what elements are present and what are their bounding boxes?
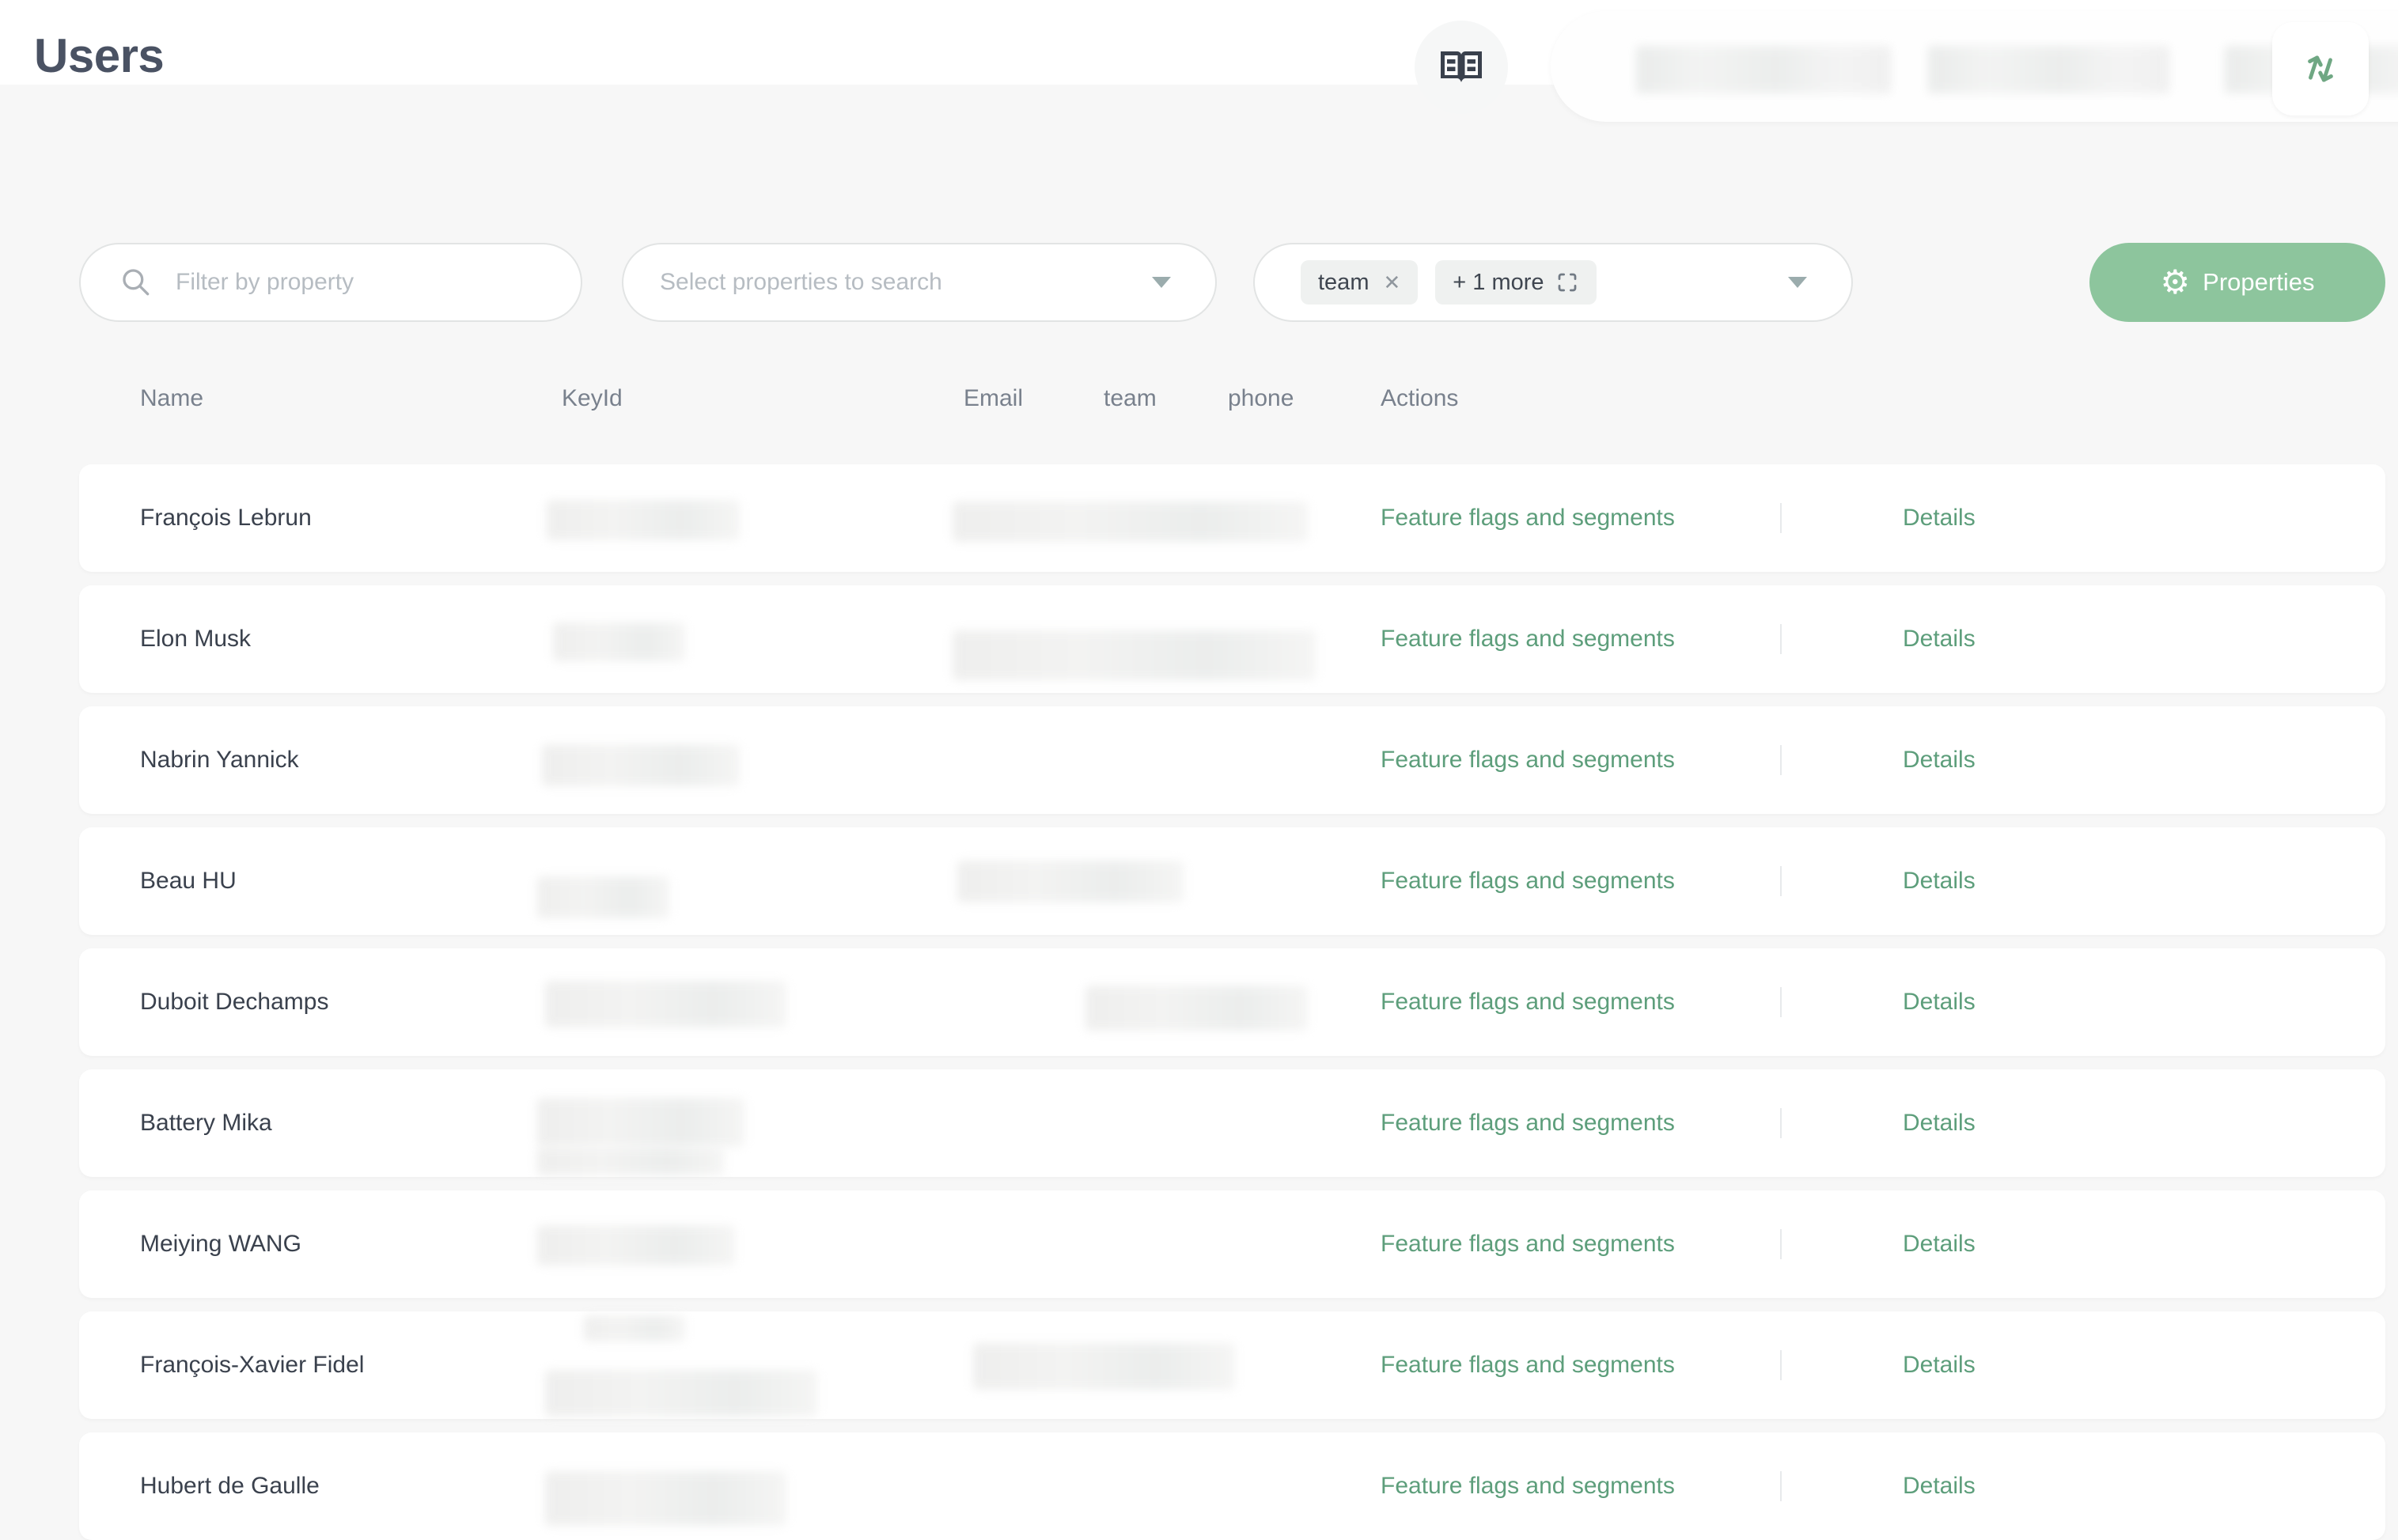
redacted-nav-item [1636, 46, 1891, 93]
feature-flags-link[interactable]: Feature flags and segments [1381, 1110, 1675, 1137]
redacted-value [537, 876, 669, 918]
table-row: François-Xavier Fidel Feature flags and … [79, 1311, 2385, 1419]
feature-flags-link[interactable]: Feature flags and segments [1381, 747, 1675, 774]
details-link[interactable]: Details [1903, 1231, 1976, 1258]
feature-flags-link[interactable]: Feature flags and segments [1381, 868, 1675, 895]
search-icon [119, 265, 153, 300]
link-divider [1780, 1229, 1782, 1259]
table-row: Beau HU Feature flags and segments Detai… [79, 827, 2385, 935]
redacted-value [537, 1225, 735, 1266]
redacted-value [553, 622, 685, 661]
user-name: Beau HU [140, 868, 237, 895]
column-header-keyid: KeyId [562, 385, 623, 412]
redacted-value [545, 1471, 786, 1526]
redacted-value [537, 1147, 724, 1175]
link-divider [1780, 745, 1782, 775]
details-link[interactable]: Details [1903, 626, 1976, 653]
redacted-value [953, 501, 1308, 542]
feature-flags-link[interactable]: Feature flags and segments [1381, 1352, 1675, 1379]
redacted-value [957, 861, 1184, 902]
chip-team[interactable]: team ✕ [1301, 260, 1418, 305]
link-divider [1780, 1471, 1782, 1501]
details-link[interactable]: Details [1903, 505, 1976, 532]
column-header-team: team [1104, 385, 1157, 412]
redacted-value [547, 500, 740, 540]
link-divider [1780, 1350, 1782, 1380]
feature-flags-link[interactable]: Feature flags and segments [1381, 505, 1675, 532]
redacted-value [545, 981, 786, 1027]
redacted-nav-item [1928, 46, 2169, 93]
link-divider [1780, 866, 1782, 896]
properties-button[interactable]: ⚙ Properties [2089, 243, 2385, 322]
details-link[interactable]: Details [1903, 1352, 1976, 1379]
swap-arrows-icon [2298, 46, 2343, 92]
page-title: Users [34, 28, 164, 83]
gear-icon: ⚙ [2161, 266, 2191, 299]
details-link[interactable]: Details [1903, 1110, 1976, 1137]
table-row: Hubert de Gaulle Feature flags and segme… [79, 1432, 2385, 1540]
link-divider [1780, 987, 1782, 1017]
link-divider [1780, 624, 1782, 654]
user-name: Hubert de Gaulle [140, 1473, 320, 1500]
property-filter-field[interactable] [79, 243, 582, 322]
user-name: Nabrin Yannick [140, 747, 299, 774]
chevron-down-icon [1788, 277, 1807, 288]
chevron-down-icon [1152, 277, 1171, 288]
redacted-value [545, 1370, 817, 1417]
docs-button[interactable] [1415, 21, 1508, 114]
expand-icon [1555, 271, 1579, 294]
redacted-value [537, 1098, 744, 1147]
table-row: Battery Mika Feature flags and segments … [79, 1069, 2385, 1177]
details-link[interactable]: Details [1903, 989, 1976, 1016]
property-filter-input[interactable] [176, 269, 524, 296]
link-divider [1780, 503, 1782, 533]
table-row: Nabrin Yannick Feature flags and segment… [79, 706, 2385, 814]
feature-flags-link[interactable]: Feature flags and segments [1381, 989, 1675, 1016]
feature-flags-link[interactable]: Feature flags and segments [1381, 1473, 1675, 1500]
user-name: François Lebrun [140, 505, 312, 532]
details-link[interactable]: Details [1903, 1473, 1976, 1500]
feature-flags-link[interactable]: Feature flags and segments [1381, 1231, 1675, 1258]
column-header-phone: phone [1228, 385, 1294, 412]
properties-button-label: Properties [2203, 268, 2314, 297]
environment-switcher-button[interactable] [2272, 22, 2369, 115]
column-header-name: Name [140, 385, 203, 412]
open-book-icon [1439, 49, 1483, 85]
chip-more-label: + 1 more [1453, 270, 1544, 296]
select-placeholder: Select properties to search [660, 269, 942, 296]
redacted-value [973, 1343, 1235, 1390]
selected-properties-multiselect[interactable]: team ✕ + 1 more [1253, 243, 1853, 322]
user-name: Elon Musk [140, 626, 251, 653]
column-header-email: Email [964, 385, 1023, 412]
redacted-value [542, 744, 740, 786]
user-name: Duboit Dechamps [140, 989, 328, 1016]
table-row: François Lebrun Feature flags and segmen… [79, 464, 2385, 572]
feature-flags-link[interactable]: Feature flags and segments [1381, 626, 1675, 653]
details-link[interactable]: Details [1903, 868, 1976, 895]
user-name: Meiying WANG [140, 1231, 301, 1258]
redacted-value [953, 630, 1316, 680]
chip-team-label: team [1318, 270, 1369, 296]
chip-more[interactable]: + 1 more [1435, 260, 1596, 305]
table-row: Duboit Dechamps Feature flags and segmen… [79, 948, 2385, 1056]
redacted-value [584, 1315, 685, 1341]
table-row: Elon Musk Feature flags and segments Det… [79, 585, 2385, 693]
link-divider [1780, 1108, 1782, 1138]
user-name: Battery Mika [140, 1110, 272, 1137]
user-name: François-Xavier Fidel [140, 1352, 364, 1379]
redacted-value [1085, 986, 1308, 1031]
property-search-select[interactable]: Select properties to search [622, 243, 1217, 322]
remove-icon[interactable]: ✕ [1383, 272, 1400, 293]
table-row: Meiying WANG Feature flags and segments … [79, 1190, 2385, 1298]
details-link[interactable]: Details [1903, 747, 1976, 774]
column-header-actions: Actions [1381, 385, 1458, 412]
